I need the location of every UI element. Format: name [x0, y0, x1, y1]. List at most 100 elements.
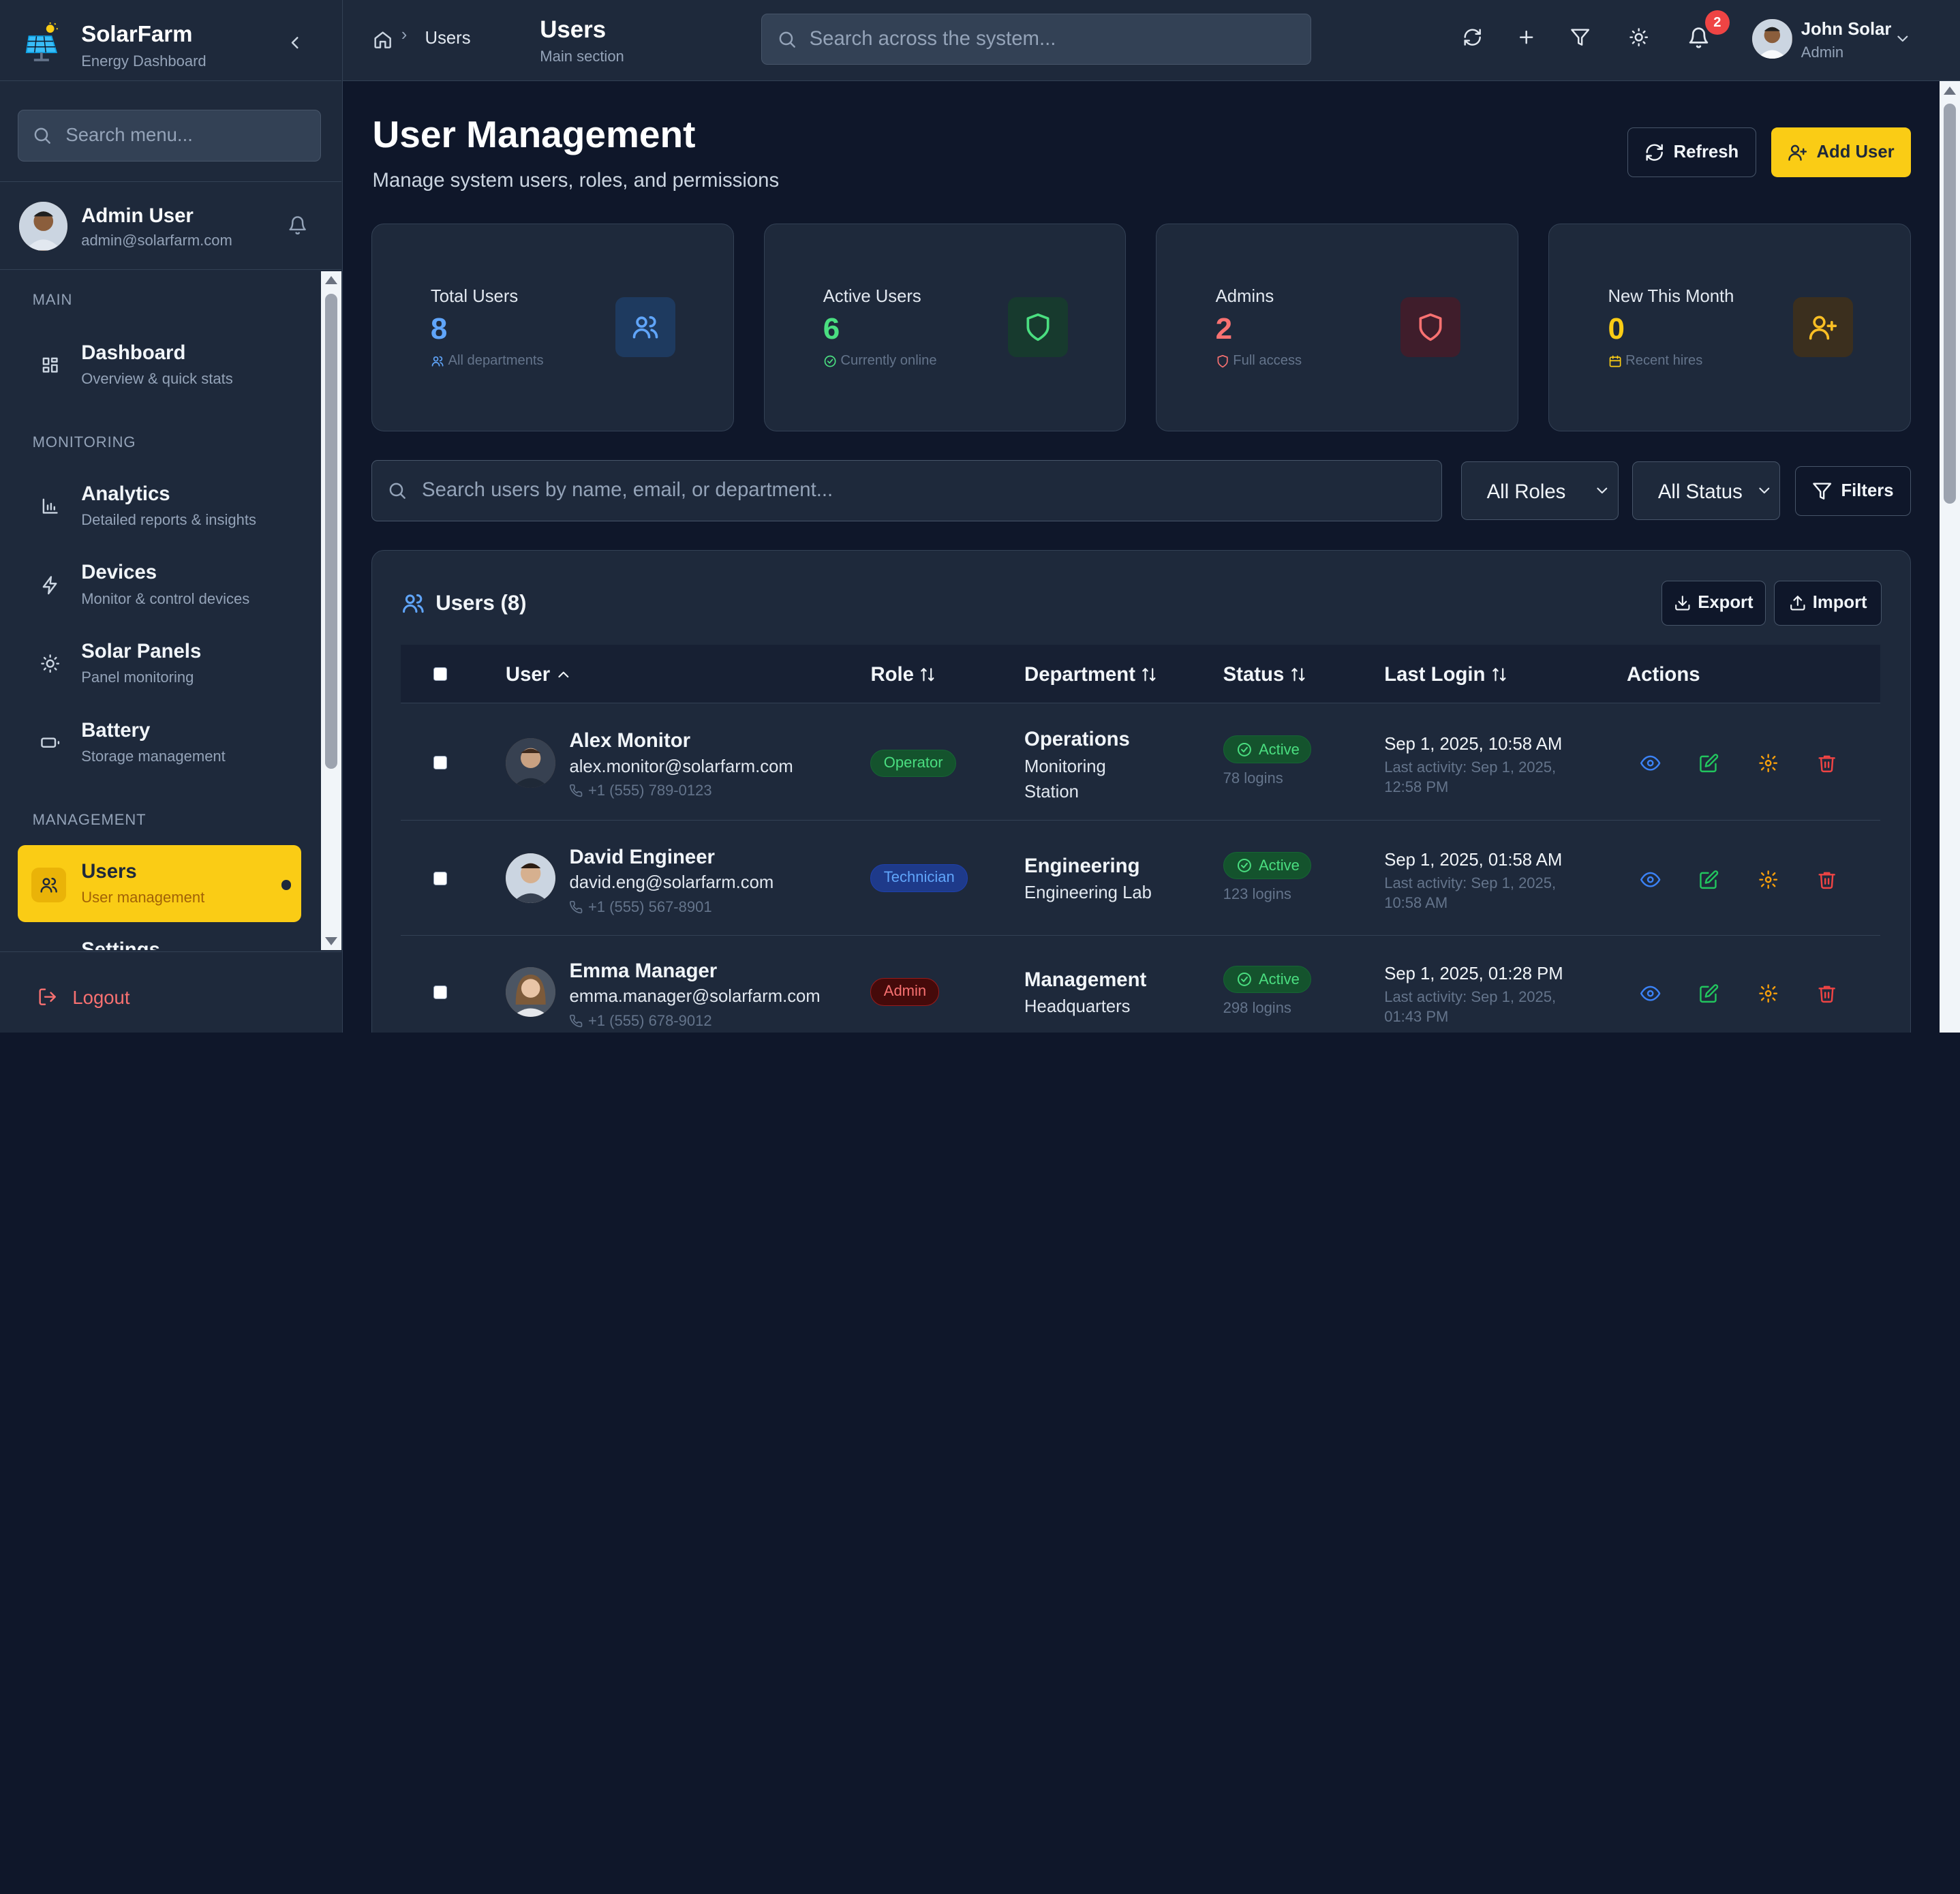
sidebar-profile[interactable]: Admin User admin@solarfarm.com [0, 181, 341, 271]
edit-icon[interactable] [1699, 753, 1719, 773]
global-search[interactable] [761, 14, 1311, 65]
department-name: Engineering [1024, 854, 1140, 877]
users-icon [402, 594, 424, 613]
trash-icon[interactable] [1817, 983, 1837, 1003]
stat-note: Recent hires [1608, 353, 1702, 369]
export-button[interactable]: Export [1662, 580, 1766, 626]
plus-icon[interactable] [1516, 27, 1536, 47]
shield-icon [1419, 313, 1442, 341]
select-all-checkbox[interactable] [433, 667, 447, 681]
user-plus-icon [1788, 144, 1807, 161]
logout-icon [39, 988, 56, 1005]
sidebar-item-solar-panels[interactable]: Solar Panels Panel monitoring [18, 625, 301, 703]
edit-icon[interactable] [1699, 983, 1719, 1003]
table-row[interactable]: Alex Monitor alex.monitor@solarfarm.com … [400, 703, 1881, 821]
notification-badge: 2 [1704, 10, 1730, 35]
role-badge: Operator [870, 749, 956, 777]
sidebar-item-label: Dashboard [81, 341, 186, 364]
stat-icon-box [1792, 296, 1853, 357]
role-select[interactable]: All Roles [1460, 461, 1619, 520]
department-name: Management [1024, 968, 1147, 991]
settings-icon[interactable] [1758, 753, 1778, 773]
refresh-button[interactable]: Refresh [1627, 127, 1756, 178]
menu-search[interactable] [17, 110, 322, 162]
column-header-last-login[interactable]: Last Login [1384, 663, 1507, 686]
sidebar-nav: MAIN Dashboard Overview & quick stats MO… [0, 271, 341, 950]
scrollbar-thumb[interactable] [1943, 104, 1957, 504]
top-header: › Users Users Main section 2 John Solar … [342, 0, 1960, 82]
settings-icon[interactable] [1758, 983, 1778, 1003]
sidebar-item-analytics[interactable]: Analytics Detailed reports & insights [18, 468, 301, 545]
trash-icon[interactable] [1817, 753, 1837, 773]
global-search-input[interactable] [809, 14, 1297, 63]
user-email: david.eng@solarfarm.com [569, 873, 774, 893]
sort-icon [1291, 668, 1305, 682]
sidebar-item-label: Solar Panels [81, 639, 202, 662]
users-icon [40, 877, 57, 893]
column-header-actions: Actions [1627, 663, 1700, 686]
column-header-department[interactable]: Department [1024, 663, 1158, 686]
status-text: Active [1258, 857, 1300, 874]
sidebar-item-settings[interactable]: Settings [18, 923, 301, 950]
row-checkbox[interactable] [433, 872, 447, 886]
filters-button[interactable]: Filters [1794, 466, 1912, 517]
column-header-status[interactable]: Status [1223, 663, 1307, 686]
sidebar-item-label: Users [81, 859, 137, 883]
import-button[interactable]: Import [1774, 580, 1882, 626]
export-label: Export [1698, 593, 1754, 613]
check-circle-icon [1237, 973, 1251, 986]
phone-icon [570, 1014, 583, 1027]
filters-label: Filters [1841, 481, 1894, 501]
theme-sun-icon[interactable] [1629, 27, 1649, 47]
sidebar-item-sub: Detailed reports & insights [81, 511, 256, 529]
menu-search-input[interactable] [65, 110, 316, 159]
sidebar-item-battery[interactable]: Battery Storage management [18, 704, 301, 782]
view-eye-icon[interactable] [1640, 870, 1661, 889]
status-badge: Active [1223, 851, 1312, 880]
refresh-icon [1646, 144, 1664, 161]
edit-icon[interactable] [1699, 870, 1719, 889]
logout-label: Logout [72, 987, 130, 1009]
settings-icon[interactable] [1758, 870, 1778, 889]
scrollbar-thumb[interactable] [324, 293, 338, 769]
role-badge: Technician [870, 864, 968, 892]
refresh-icon[interactable] [1463, 27, 1482, 47]
column-header-user[interactable]: User [506, 663, 572, 686]
user-search-input[interactable] [422, 460, 1422, 520]
row-checkbox[interactable] [433, 755, 447, 769]
status-badge: Active [1223, 965, 1312, 994]
chevron-left-icon[interactable] [285, 33, 305, 52]
scroll-up-arrow[interactable] [324, 276, 337, 285]
page-subtitle: Manage system users, roles, and permissi… [372, 168, 780, 192]
trash-icon[interactable] [1817, 870, 1837, 889]
row-checkbox[interactable] [433, 986, 447, 1000]
sidebar-item-users[interactable]: Users User management [17, 844, 301, 923]
scroll-down-arrow[interactable] [324, 936, 337, 945]
profile-name: Admin User [81, 204, 194, 227]
notification-bell-icon[interactable] [1687, 27, 1710, 49]
view-eye-icon[interactable] [1640, 753, 1661, 773]
add-user-button[interactable]: Add User [1771, 127, 1912, 178]
grid-icon [42, 357, 58, 373]
bell-icon[interactable] [288, 215, 307, 235]
column-header-role[interactable]: Role [870, 663, 936, 686]
home-icon[interactable] [373, 30, 393, 50]
solar-logo-icon [25, 22, 58, 61]
view-eye-icon[interactable] [1640, 983, 1661, 1003]
status-select[interactable]: All Status [1632, 461, 1780, 520]
table-row[interactable]: Emma Manager emma.manager@solarfarm.com … [401, 937, 1880, 1033]
import-label: Import [1812, 593, 1867, 613]
breadcrumb[interactable]: Users [425, 29, 471, 48]
table-row[interactable]: David Engineer david.eng@solarfarm.com +… [400, 822, 1881, 936]
sidebar-scrollbar[interactable] [321, 271, 341, 950]
user-search[interactable] [371, 459, 1443, 521]
user-name: David Engineer [569, 845, 715, 868]
stat-icon-box [1400, 296, 1461, 357]
sidebar-item-dashboard[interactable]: Dashboard Overview & quick stats [18, 326, 301, 404]
sidebar-item-devices[interactable]: Devices Monitor & control devices [18, 546, 301, 624]
main-scrollbar[interactable] [1940, 81, 1960, 1033]
filter-icon[interactable] [1570, 27, 1590, 47]
stat-label: Total Users [430, 286, 519, 306]
scroll-up-arrow[interactable] [1943, 87, 1956, 95]
logout-button[interactable]: Logout [0, 951, 341, 1033]
